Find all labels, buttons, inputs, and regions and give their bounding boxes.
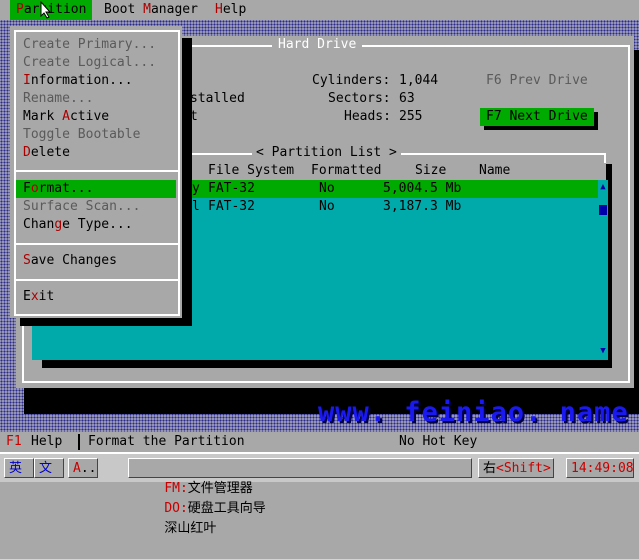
menu-item-save-changes[interactable]: Save Changes <box>16 252 176 270</box>
menu-item-format-hotkey: o <box>30 181 39 196</box>
do-label[interactable]: 硬盘工具向导 <box>188 501 266 516</box>
fm-label[interactable]: 文件管理器 <box>188 481 253 496</box>
sectors-value: 63 <box>399 91 415 106</box>
partition-row-lead: y <box>192 181 200 196</box>
menu-bar: Partition Boot Manager Help <box>0 0 639 20</box>
column-size: Size <box>415 163 447 178</box>
do-key[interactable]: DO: <box>164 501 187 516</box>
menu-item-delete[interactable]: Delete <box>16 144 176 162</box>
menu-item-format-label-a: F <box>23 181 31 196</box>
menu-item-change-type[interactable]: Change Type... <box>16 216 176 234</box>
extra-label: 深山红叶 <box>164 521 217 536</box>
partition-row-file-system: FAT-32 <box>208 199 255 214</box>
help-label[interactable]: Help <box>31 432 62 452</box>
menu-partition-hotkey: P <box>16 2 24 17</box>
prev-drive-button[interactable]: F6 Prev Drive <box>480 72 594 90</box>
shift-key: <Shift> <box>496 461 551 476</box>
column-file-system: File System <box>208 163 295 178</box>
help-key[interactable]: F1 <box>6 432 22 452</box>
hot-key-status: No Hot Key <box>399 434 478 449</box>
next-drive-button[interactable]: F7 Next Drive <box>480 108 594 126</box>
menu-item-mark-active-hotkey: A <box>62 109 70 124</box>
site-watermark: www. feiniao. name <box>318 397 629 428</box>
scroll-down-arrow-icon[interactable]: ▼ <box>598 346 608 356</box>
menu-item-save-label: ave Changes <box>30 253 117 268</box>
menu-divider <box>14 279 180 281</box>
menu-item-rename[interactable]: Rename... <box>16 90 176 108</box>
menu-boot-label-b: anager <box>150 2 198 17</box>
caps-indicator[interactable]: A.. <box>68 458 98 478</box>
input-mode-indicator[interactable]: 文 <box>34 458 64 478</box>
status-divider <box>78 434 80 450</box>
menu-item-create-logical[interactable]: Create Logical... <box>16 54 176 72</box>
menu-item-information-hotkey: I <box>23 73 31 88</box>
menu-item-mark-active[interactable]: Mark Active <box>16 108 176 126</box>
menu-boot-hotkey: M <box>143 2 151 17</box>
menu-item-change-type-hotkey: g <box>54 217 63 232</box>
shift-indicator[interactable]: 右<Shift> <box>478 458 554 478</box>
menu-item-save-hotkey: S <box>23 253 31 268</box>
menu-help-hotkey: H <box>215 2 223 17</box>
status-hint: Format the Partition <box>88 434 245 449</box>
menu-item-exit[interactable]: Exit <box>16 288 176 306</box>
hard-drive-title: Hard Drive <box>272 36 363 54</box>
partition-row-formatted: No <box>319 181 335 196</box>
menu-boot-manager[interactable]: Boot Manager <box>98 0 204 20</box>
menu-item-change-type-label-b: e Type... <box>62 217 133 232</box>
menu-item-format-label-b: rmat... <box>38 181 94 196</box>
menu-item-information-label: nformation... <box>30 73 133 88</box>
menu-divider <box>14 243 180 245</box>
menu-item-delete-label: elete <box>30 145 70 160</box>
menu-item-exit-label-b: it <box>38 289 55 304</box>
partition-list-scrollbar[interactable]: ▲ ▼ <box>598 180 608 360</box>
menu-partition-label: artition <box>23 2 87 17</box>
menu-item-format[interactable]: Format... <box>16 180 176 198</box>
quick-launch-bar: FM:文件管理器 DO:硬盘工具向导 深山红叶 <box>128 458 472 536</box>
menu-item-mark-active-label-b: ctive <box>69 109 110 124</box>
column-formatted: Formatted <box>311 163 382 178</box>
mouse-pointer-icon <box>40 1 52 19</box>
clock: 14:49:08 <box>566 458 634 478</box>
menu-item-change-type-label-a: Chan <box>23 217 55 232</box>
fm-key[interactable]: FM: <box>164 481 187 496</box>
menu-divider <box>14 170 180 172</box>
heads-label: Heads: <box>344 109 391 124</box>
menu-help-label: elp <box>222 2 247 17</box>
menu-item-exit-label-a: E <box>23 289 31 304</box>
taskbar: 英 文 A.. FM:文件管理器 DO:硬盘工具向导 深山红叶 右<Shift>… <box>0 452 639 536</box>
status-bar: F1 Help Format the Partition No Hot Key <box>0 432 639 452</box>
menu-boot-label-a: Boot <box>104 2 144 17</box>
menu-item-surface-scan[interactable]: Surface Scan... <box>16 198 176 216</box>
menu-help[interactable]: Help <box>209 0 252 20</box>
partition-row-formatted: No <box>319 199 335 214</box>
menu-item-create-primary[interactable]: Create Primary... <box>16 36 176 54</box>
scrollbar-thumb[interactable] <box>599 205 607 215</box>
partition-row-lead: l <box>192 199 200 214</box>
menu-item-delete-hotkey: D <box>23 145 31 160</box>
menu-item-mark-active-label-a: Mark <box>23 109 63 124</box>
scroll-up-arrow-icon[interactable]: ▲ <box>598 182 608 192</box>
menu-item-toggle-bootable[interactable]: Toggle Bootable <box>16 126 176 144</box>
input-language-indicator[interactable]: 英 <box>4 458 34 478</box>
menu-item-exit-hotkey: x <box>30 289 39 304</box>
caps-dots: .. <box>80 461 97 476</box>
partition-list-title: < Partition List > <box>252 144 401 162</box>
sectors-label: Sectors: <box>328 91 391 106</box>
cylinders-value: 1,044 <box>399 73 439 88</box>
partial-installed-label: stalled <box>190 91 245 106</box>
partition-row-size: 5,004.5 Mb <box>383 181 462 196</box>
partition-row-file-system: FAT-32 <box>208 181 255 196</box>
caps-letter: A <box>73 461 81 476</box>
partition-row-size: 3,187.3 Mb <box>383 199 462 214</box>
menu-item-information[interactable]: Information... <box>16 72 176 90</box>
column-name: Name <box>479 163 511 178</box>
heads-value: 255 <box>399 109 423 124</box>
right-label: 右 <box>483 461 497 476</box>
cylinders-label: Cylinders: <box>312 73 391 88</box>
